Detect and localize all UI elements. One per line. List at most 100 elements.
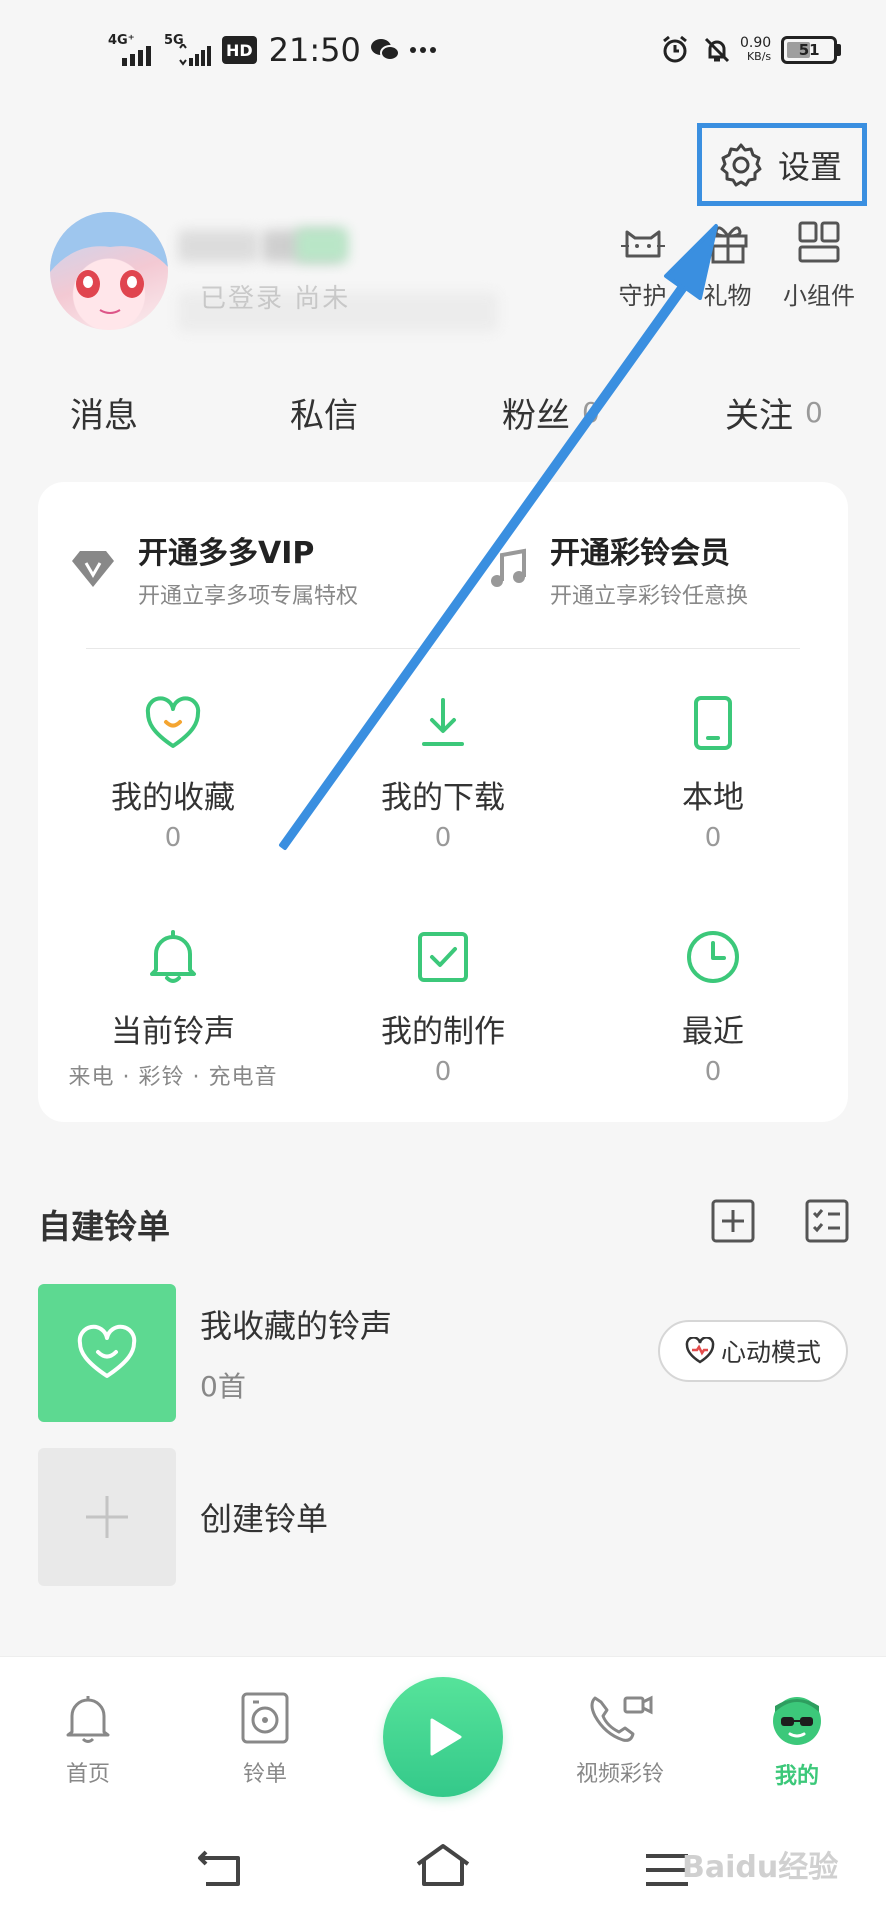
disc-icon (241, 1692, 289, 1744)
add-playlist-icon[interactable] (710, 1198, 756, 1244)
watermark: Baidu经验 (682, 1842, 838, 1886)
nav-video-ringback-label: 视频彩铃 (575, 1762, 664, 1787)
alarm-icon (663, 35, 687, 63)
grid-local-count: 0 (704, 823, 722, 853)
quick-action-gift[interactable]: 礼物 (685, 218, 770, 311)
stat-following-label: 关注 (725, 396, 793, 436)
avatar-icon (773, 1697, 821, 1745)
stat-messages[interactable]: 消息 (70, 388, 138, 437)
download-icon (422, 698, 464, 746)
create-playlist[interactable]: 创建铃单 (38, 1448, 328, 1586)
nav-home-label: 首页 (65, 1762, 110, 1787)
back-icon[interactable] (196, 1846, 244, 1890)
grid-current-ringtone-label: 当前铃声 (111, 1014, 235, 1050)
clock-icon (687, 931, 739, 983)
signal-5g-icon: 5G (164, 34, 214, 66)
grid-recent-count: 0 (704, 1057, 722, 1087)
grid-my-creations[interactable]: 我的制作 0 (308, 926, 578, 1087)
status-time: 21:50 (268, 31, 361, 69)
grid-local[interactable]: 本地 0 (578, 692, 848, 853)
heart-mode-label: 心动模式 (720, 1338, 821, 1367)
quick-actions: 守护 礼物 小组件 (600, 218, 868, 311)
grid-current-ringtone[interactable]: 当前铃声 来电 · 彩铃 · 充电音 (38, 926, 308, 1091)
nav-video-ringback[interactable]: 视频彩铃 (545, 1690, 695, 1788)
grid-favorites-label: 我的收藏 (111, 780, 235, 816)
battery-level-text: 51 (798, 41, 820, 59)
username-blurred (178, 230, 258, 262)
stat-private-messages[interactable]: 私信 (290, 388, 358, 437)
grid-favorites-count: 0 (164, 823, 182, 853)
create-playlist-cover (38, 1448, 176, 1586)
stat-fans-count: 0 (582, 396, 600, 429)
grid-my-creations-label: 我的制作 (381, 1014, 505, 1050)
nav-home[interactable]: 首页 (13, 1690, 163, 1788)
bell-icon (150, 930, 196, 983)
vip-ringback-title: 开通彩铃会员 (550, 536, 730, 571)
hd-label: HD (226, 40, 253, 60)
status-bar: 4G⁺ 5G HD 21:50 0.90 KB/s 51 (0, 0, 886, 100)
stat-private-messages-label: 私信 (290, 396, 358, 436)
mute-bell-icon (704, 37, 730, 63)
hd-badge: HD (222, 36, 257, 64)
widget-icon (798, 221, 840, 263)
bell-outline-icon (66, 1696, 110, 1743)
stat-following[interactable]: 关注 0 (725, 388, 823, 437)
heart-icon (145, 696, 201, 748)
playlist-favorites[interactable]: 我收藏的铃声 0首 (38, 1284, 392, 1422)
stat-following-count: 0 (805, 396, 823, 429)
vip-ringback-subtitle: 开通立享彩铃任意换 (550, 584, 749, 609)
more-dots-icon (409, 47, 436, 53)
plus-icon (86, 1496, 128, 1538)
nav-mine[interactable]: 我的 (722, 1690, 872, 1790)
stat-fans-label: 粉丝 (502, 396, 570, 436)
video-call-icon (590, 1695, 653, 1742)
quick-action-gift-label: 礼物 (703, 282, 752, 310)
playlist-favorites-count: 0首 (200, 1370, 246, 1403)
settings-button[interactable]: 设置 (697, 123, 867, 206)
diamond-icon (72, 551, 114, 587)
playlist-favorites-cover (38, 1284, 176, 1422)
wechat-icon (370, 39, 399, 61)
play-icon (430, 1718, 462, 1756)
vip-duoduo-title: 开通多多VIP (138, 536, 315, 571)
grid-favorites[interactable]: 我的收藏 0 (38, 692, 308, 853)
quick-action-widget[interactable]: 小组件 (770, 218, 868, 311)
grid-recent[interactable]: 最近 0 (578, 926, 848, 1087)
nav-playlists-label: 铃单 (242, 1762, 287, 1787)
heart-pulse-icon (685, 1337, 715, 1364)
signal-4g-icon: 4G⁺ (108, 34, 156, 66)
playlist-favorites-title: 我收藏的铃声 (200, 1307, 393, 1345)
grid-local-label: 本地 (682, 780, 744, 816)
watermark-text: Baidu经验 (682, 1850, 839, 1885)
grid-recent-label: 最近 (682, 1014, 744, 1050)
vip-duoduo-subtitle: 开通立享多项专属特权 (138, 584, 359, 609)
manage-playlist-icon[interactable] (804, 1198, 850, 1244)
profile-status-text: 已登录 尚未 (200, 284, 351, 314)
check-box-icon (418, 932, 468, 982)
level-badge-blurred (296, 228, 348, 262)
grid-downloads-count: 0 (434, 823, 452, 853)
nav-playlists[interactable]: 铃单 (190, 1690, 340, 1788)
playlists-section-title: 自建铃单 (38, 1207, 170, 1246)
quick-action-guard[interactable]: 守护 (600, 218, 685, 311)
heart-mode-button[interactable]: 心动模式 (658, 1320, 848, 1382)
gift-icon (708, 226, 747, 264)
quick-action-widget-label: 小组件 (783, 282, 855, 310)
grid-current-ringtone-sub: 来电 · 彩铃 · 充电音 (68, 1065, 278, 1090)
net-speed-unit: KB/s (746, 50, 772, 63)
create-playlist-label: 创建铃单 (200, 1500, 329, 1538)
vip-ringback[interactable]: 开通彩铃会员 开通立享彩铃任意换 (486, 528, 748, 610)
nav-mine-label: 我的 (774, 1764, 819, 1789)
cat-icon (620, 230, 665, 258)
gear-icon (720, 143, 762, 186)
grid-downloads[interactable]: 我的下载 0 (308, 692, 578, 853)
phone-icon (694, 696, 732, 750)
avatar[interactable] (50, 212, 168, 330)
vip-duoduo[interactable]: 开通多多VIP 开通立享多项专属特权 (70, 528, 358, 610)
grid-downloads-label: 我的下载 (381, 780, 505, 816)
play-button[interactable] (383, 1677, 503, 1797)
home-icon[interactable] (414, 1842, 472, 1888)
battery-indicator: 51 (781, 36, 842, 64)
heart-smile-icon (77, 1324, 137, 1378)
stat-fans[interactable]: 粉丝 0 (502, 388, 600, 437)
